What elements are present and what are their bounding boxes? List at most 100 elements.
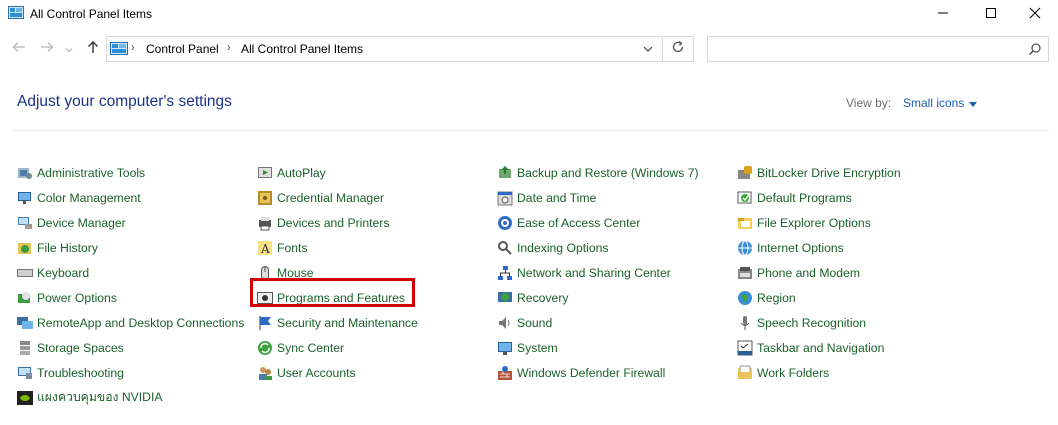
up-button[interactable] <box>84 40 102 58</box>
item-label: File Explorer Options <box>757 215 871 230</box>
device-manager-icon <box>17 215 33 231</box>
item-label: User Accounts <box>277 365 356 380</box>
view-by-label: View by: <box>846 96 892 110</box>
control-panel-item-mouse[interactable]: Mouse <box>257 260 418 285</box>
file-explorer-options-icon <box>737 215 753 231</box>
address-dropdown-button[interactable] <box>637 39 659 59</box>
control-panel-item-file-explorer-options[interactable]: File Explorer Options <box>737 210 901 235</box>
sound-icon <box>497 315 513 331</box>
control-panel-item-backup-and-restore-windows-7[interactable]: Backup and Restore (Windows 7) <box>497 160 699 185</box>
control-panel-item-file-history[interactable]: File History <box>17 235 244 260</box>
control-panel-item-troubleshooting[interactable]: Troubleshooting <box>17 360 244 385</box>
refresh-icon <box>671 40 685 59</box>
system-icon <box>497 340 513 356</box>
view-by-dropdown[interactable]: Small icons <box>903 96 978 110</box>
user-accounts-icon <box>257 365 273 381</box>
minimize-button[interactable] <box>920 0 966 30</box>
item-label: BitLocker Drive Encryption <box>757 165 901 180</box>
close-button[interactable] <box>1012 0 1058 30</box>
control-panel-item-system[interactable]: System <box>497 335 699 360</box>
control-panel-item-bitlocker-drive-encryption[interactable]: BitLocker Drive Encryption <box>737 160 901 185</box>
control-panel-item-security-and-maintenance[interactable]: Security and Maintenance <box>257 310 418 335</box>
control-panel-item-date-and-time[interactable]: Date and Time <box>497 185 699 210</box>
control-panel-item-phone-and-modem[interactable]: Phone and Modem <box>737 260 901 285</box>
control-panel-item-recovery[interactable]: Recovery <box>497 285 699 310</box>
item-label: Troubleshooting <box>37 365 124 380</box>
control-panel-item-indexing-options[interactable]: Indexing Options <box>497 235 699 260</box>
control-panel-item-network-and-sharing-center[interactable]: Network and Sharing Center <box>497 260 699 285</box>
items-column-2: AutoPlay Credential Manager Devices and Pr… <box>257 160 418 385</box>
breadcrumb-all-items[interactable]: All Control Panel Items <box>241 42 363 56</box>
speech-recognition-icon <box>737 315 753 331</box>
color-management-icon <box>17 190 33 206</box>
recovery-icon <box>497 290 513 306</box>
control-panel-item-default-programs[interactable]: Default Programs <box>737 185 901 210</box>
control-panel-icon <box>110 42 128 61</box>
control-panel-item-storage-spaces[interactable]: Storage Spaces <box>17 335 244 360</box>
control-panel-item-programs-and-features[interactable]: Programs and Features <box>257 285 418 310</box>
caret-down-icon <box>969 96 978 110</box>
indexing-options-icon <box>497 240 513 256</box>
item-label: Date and Time <box>517 190 597 205</box>
item-label: AutoPlay <box>277 165 326 180</box>
item-label: Taskbar and Navigation <box>757 340 885 355</box>
recent-locations-button[interactable] <box>63 40 75 58</box>
control-panel-item-power-options[interactable]: Power Options <box>17 285 244 310</box>
breadcrumb-separator-icon: › <box>227 42 231 54</box>
item-label: Storage Spaces <box>37 340 124 355</box>
control-panel-item-fonts[interactable]: A Fonts <box>257 235 418 260</box>
default-programs-icon <box>737 190 753 206</box>
search-icon <box>1028 42 1042 61</box>
file-history-icon <box>17 240 33 256</box>
item-label: RemoteApp and Desktop Connections <box>37 315 245 330</box>
search-input[interactable] <box>707 36 1049 62</box>
internet-options-icon <box>737 240 753 256</box>
control-panel-item-speech-recognition[interactable]: Speech Recognition <box>737 310 901 335</box>
control-panel-item-work-folders[interactable]: Work Folders <box>737 360 901 385</box>
window-title: All Control Panel Items <box>30 7 153 21</box>
control-panel-item-region[interactable]: Region <box>737 285 901 310</box>
back-button[interactable] <box>10 40 28 58</box>
control-panel-item-keyboard[interactable]: Keyboard <box>17 260 244 285</box>
forward-button[interactable] <box>38 40 56 58</box>
control-panel-item-remoteapp-and-desktop-connections[interactable]: RemoteApp and Desktop Connections <box>17 310 244 335</box>
control-panel-item-internet-options[interactable]: Internet Options <box>737 235 901 260</box>
refresh-button[interactable] <box>668 40 688 58</box>
arrow-up-icon <box>87 40 99 59</box>
address-bar[interactable]: › Control Panel › All Control Panel Item… <box>106 36 694 62</box>
mouse-icon <box>257 265 273 281</box>
bitlocker-icon <box>737 165 753 181</box>
control-panel-item-devices-and-printers[interactable]: Devices and Printers <box>257 210 418 235</box>
control-panel-item-device-manager[interactable]: Device Manager <box>17 210 244 235</box>
item-label: Ease of Access Center <box>517 215 641 230</box>
item-label: Programs and Features <box>277 290 406 305</box>
control-panel-item-sync-center[interactable]: Sync Center <box>257 335 418 360</box>
control-panel-item-sound[interactable]: Sound <box>497 310 699 335</box>
maximize-button[interactable] <box>968 0 1014 30</box>
items-column-4: BitLocker Drive Encryption Default Progra… <box>737 160 901 385</box>
control-panel-item-user-accounts[interactable]: User Accounts <box>257 360 418 385</box>
control-panel-item-nvidia-control-panel[interactable]: แผงควบคุมของ NVIDIA <box>17 385 244 410</box>
item-label: Work Folders <box>757 365 830 380</box>
view-by-value: Small icons <box>903 96 965 110</box>
item-label: Region <box>757 290 796 305</box>
arrow-left-icon <box>12 40 26 58</box>
control-panel-item-credential-manager[interactable]: Credential Manager <box>257 185 418 210</box>
control-panel-item-ease-of-access-center[interactable]: Ease of Access Center <box>497 210 699 235</box>
control-panel-item-autoplay[interactable]: AutoPlay <box>257 160 418 185</box>
control-panel-item-taskbar-and-navigation[interactable]: Taskbar and Navigation <box>737 335 901 360</box>
control-panel-item-windows-defender-firewall[interactable]: Windows Defender Firewall <box>497 360 699 385</box>
item-label: Administrative Tools <box>37 165 146 180</box>
header-divider <box>12 130 1049 131</box>
taskbar-navigation-icon <box>737 340 753 356</box>
maximize-icon <box>985 6 997 24</box>
network-sharing-icon <box>497 265 513 281</box>
item-label: Phone and Modem <box>757 265 860 280</box>
firewall-icon <box>497 365 513 381</box>
nvidia-icon <box>17 390 33 406</box>
control-panel-item-color-management[interactable]: Color Management <box>17 185 244 210</box>
breadcrumb-control-panel[interactable]: Control Panel <box>146 42 219 56</box>
control-panel-item-administrative-tools[interactable]: Administrative Tools <box>17 160 244 185</box>
arrow-right-icon <box>40 40 54 58</box>
item-label: Keyboard <box>37 265 90 280</box>
